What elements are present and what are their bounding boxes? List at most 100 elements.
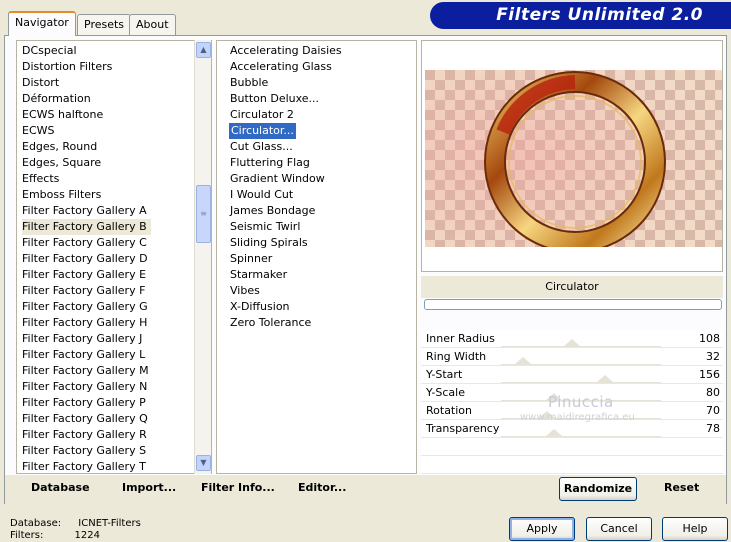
filter-item[interactable]: Cut Glass... <box>230 139 293 155</box>
category-item[interactable]: Edges, Square <box>22 155 101 171</box>
param-value: 32 <box>706 350 720 363</box>
category-item[interactable]: Déformation <box>22 91 91 107</box>
param-value: 156 <box>699 368 720 381</box>
category-item[interactable]: Effects <box>22 171 59 187</box>
chevron-down-icon[interactable]: ▼ <box>196 455 211 471</box>
param-value: 78 <box>706 422 720 435</box>
category-item[interactable]: Filter Factory Gallery D <box>22 251 148 267</box>
randomize-button[interactable]: Randomize <box>559 477 637 501</box>
param-label: Ring Width <box>426 350 487 363</box>
editor-button[interactable]: Editor... <box>298 481 346 494</box>
category-item[interactable]: Filter Factory Gallery M <box>22 363 149 379</box>
filter-item[interactable]: Accelerating Daisies <box>230 43 342 59</box>
category-item[interactable]: Filter Factory Gallery T <box>22 459 146 475</box>
filter-item[interactable]: Spinner <box>230 251 272 267</box>
cancel-button[interactable]: Cancel <box>586 517 652 541</box>
status-database-value: ICNET-Filters <box>78 518 141 529</box>
preview-image[interactable] <box>425 70 722 247</box>
param-label: Y-Start <box>426 368 463 381</box>
param-slider-thumb[interactable] <box>515 357 532 364</box>
category-item[interactable]: Distort <box>22 75 59 91</box>
category-item[interactable]: Edges, Round <box>22 139 97 155</box>
param-value: 80 <box>706 386 720 399</box>
filter-item[interactable]: Starmaker <box>230 267 287 283</box>
tab-presets[interactable]: Presets <box>77 14 132 35</box>
filter-item[interactable]: Vibes <box>230 283 260 299</box>
param-row-empty <box>421 456 723 474</box>
filter-name-label: Circulator <box>421 276 723 298</box>
category-item[interactable]: Filter Factory Gallery Q <box>22 411 148 427</box>
filter-item[interactable]: Fluttering Flag <box>230 155 310 171</box>
tab-about[interactable]: About <box>129 14 176 35</box>
filter-item[interactable]: Accelerating Glass <box>230 59 332 75</box>
param-slider-track[interactable] <box>501 364 661 365</box>
category-item[interactable]: Distortion Filters <box>22 59 112 75</box>
app-banner: Filters Unlimited 2.0 <box>430 2 731 29</box>
filter-item[interactable]: Sliding Spirals <box>230 235 308 251</box>
category-item[interactable]: DCspecial <box>22 43 77 59</box>
param-slider-thumb[interactable] <box>545 429 562 436</box>
app-title: Filters Unlimited 2.0 <box>496 5 703 25</box>
progress-bar <box>424 299 722 310</box>
status-filters-value: 1224 <box>74 530 100 541</box>
param-value: 70 <box>706 404 720 417</box>
param-slider-thumb[interactable] <box>564 339 581 346</box>
filter-item[interactable]: Seismic Twirl <box>230 219 300 235</box>
category-item[interactable]: Filter Factory Gallery A <box>22 203 147 219</box>
filter-item[interactable]: Button Deluxe... <box>230 91 319 107</box>
param-label: Transparency <box>426 422 500 435</box>
param-row[interactable]: Y-Start 156 <box>421 366 723 384</box>
category-item[interactable]: Filter Factory Gallery B <box>22 219 151 235</box>
chevron-up-icon[interactable]: ▲ <box>196 42 211 58</box>
filter-item[interactable]: Circulator... <box>229 123 296 139</box>
category-item[interactable]: ECWS <box>22 123 55 139</box>
category-item[interactable]: Filter Factory Gallery J <box>22 331 142 347</box>
category-item[interactable]: ECWS halftone <box>22 107 103 123</box>
filter-item[interactable]: James Bondage <box>230 203 315 219</box>
category-item[interactable]: Filter Factory Gallery H <box>22 315 147 331</box>
param-row[interactable]: Inner Radius 108 <box>421 330 723 348</box>
param-slider-thumb[interactable] <box>596 375 613 382</box>
category-list[interactable]: DCspecial Distortion Filters Distort Déform… <box>16 40 212 474</box>
param-slider-track[interactable] <box>501 382 661 383</box>
scrollbar-thumb[interactable]: ≡ <box>196 185 211 243</box>
category-scrollbar[interactable]: ▲ ≡ ▼ <box>194 40 211 474</box>
filter-item[interactable]: Bubble <box>230 75 268 91</box>
param-row[interactable]: Ring Width 32 <box>421 348 723 366</box>
param-label: Y-Scale <box>426 386 465 399</box>
param-row-empty <box>421 438 723 456</box>
param-value: 108 <box>699 332 720 345</box>
category-item[interactable]: Filter Factory Gallery C <box>22 235 147 251</box>
watermark-url: www.maidiregrafica.eu <box>520 412 635 423</box>
category-item[interactable]: Filter Factory Gallery L <box>22 347 145 363</box>
status-database: Database: ICNET-Filters <box>10 518 141 529</box>
filter-info-button[interactable]: Filter Info... <box>201 481 275 494</box>
filter-item[interactable]: Circulator 2 <box>230 107 294 123</box>
param-slider-track[interactable] <box>501 436 661 437</box>
apply-button[interactable]: Apply <box>509 517 575 541</box>
database-button[interactable]: Database <box>31 481 90 494</box>
category-item[interactable]: Emboss Filters <box>22 187 101 203</box>
reset-button[interactable]: Reset <box>664 481 699 494</box>
param-slider-track[interactable] <box>501 346 661 347</box>
filter-item[interactable]: Zero Tolerance <box>230 315 311 331</box>
param-label: Inner Radius <box>426 332 495 345</box>
category-item[interactable]: Filter Factory Gallery S <box>22 443 146 459</box>
status-database-label: Database: <box>10 518 62 529</box>
filter-item[interactable]: I Would Cut <box>230 187 293 203</box>
help-button[interactable]: Help <box>662 517 728 541</box>
filter-list[interactable]: Accelerating Daisies Accelerating Glass Bu… <box>216 40 417 474</box>
status-filters: Filters: 1224 <box>10 530 100 541</box>
category-item[interactable]: Filter Factory Gallery F <box>22 283 145 299</box>
category-item[interactable]: Filter Factory Gallery E <box>22 267 146 283</box>
filter-item[interactable]: Gradient Window <box>230 171 325 187</box>
category-item[interactable]: Filter Factory Gallery R <box>22 427 147 443</box>
category-item[interactable]: Filter Factory Gallery N <box>22 379 147 395</box>
category-item[interactable]: Filter Factory Gallery P <box>22 395 146 411</box>
filter-item[interactable]: X-Diffusion <box>230 299 290 315</box>
import-button[interactable]: Import... <box>122 481 176 494</box>
tab-navigator[interactable]: Navigator <box>8 11 76 36</box>
watermark-signature: Pinuccia <box>548 393 614 411</box>
status-filters-label: Filters: <box>10 530 44 541</box>
category-item[interactable]: Filter Factory Gallery G <box>22 299 148 315</box>
